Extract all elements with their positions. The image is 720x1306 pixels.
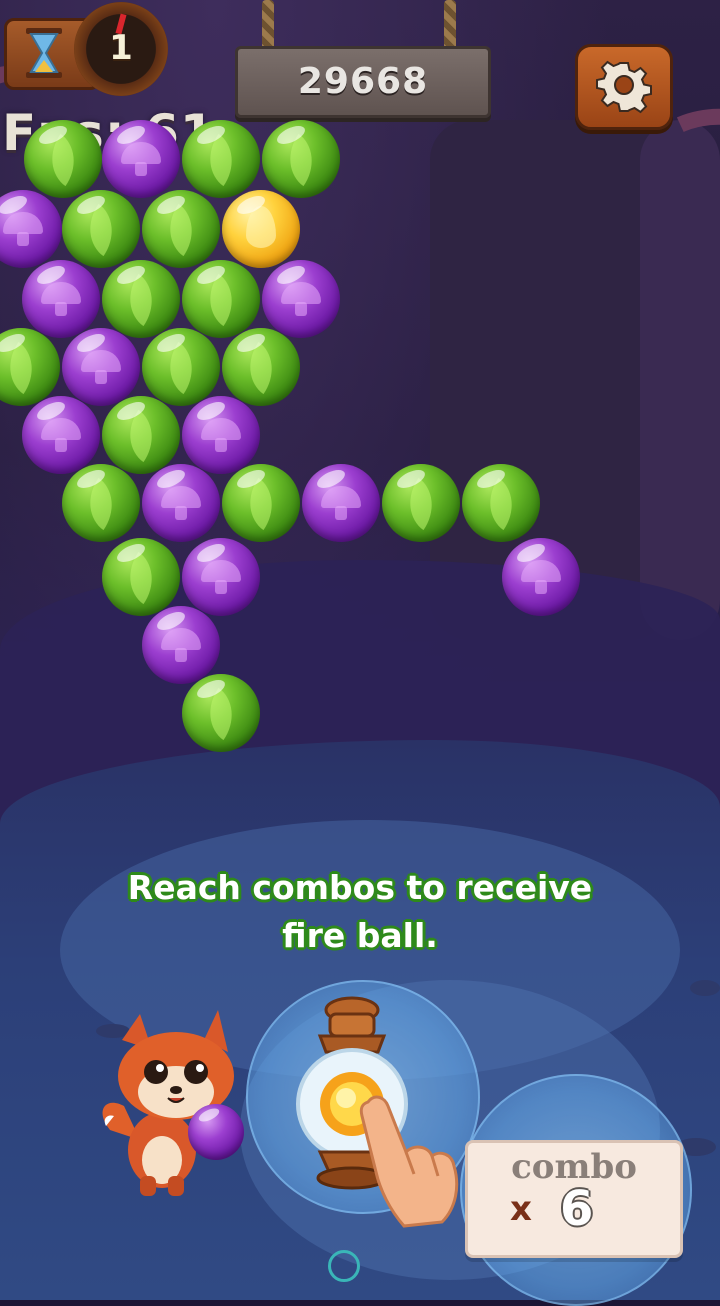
green-bubble bbox=[182, 120, 260, 198]
mushroom-icon bbox=[41, 418, 81, 452]
level-indicator: 1 bbox=[74, 2, 168, 96]
combo-multiplier-sign: x bbox=[510, 1189, 532, 1229]
green-bubble bbox=[222, 328, 300, 406]
purple-bubble bbox=[22, 396, 100, 474]
mushroom-icon bbox=[121, 142, 161, 176]
settings-button[interactable] bbox=[575, 44, 673, 130]
score-value: 29668 bbox=[297, 61, 429, 102]
green-bubble bbox=[222, 464, 300, 542]
stone bbox=[690, 980, 720, 996]
green-bubble bbox=[102, 538, 180, 616]
mushroom-icon bbox=[81, 350, 121, 384]
score-board: 29668 bbox=[235, 46, 491, 118]
purple-bubble bbox=[142, 606, 220, 684]
gear-icon bbox=[596, 60, 652, 114]
purple-bubble bbox=[182, 396, 260, 474]
mushroom-icon bbox=[3, 212, 43, 246]
mushroom-icon bbox=[161, 486, 201, 520]
mushroom-icon bbox=[161, 628, 201, 662]
purple-bubble bbox=[262, 260, 340, 338]
purple-bubble bbox=[102, 120, 180, 198]
purple-bubble bbox=[182, 538, 260, 616]
mushroom-icon bbox=[321, 486, 361, 520]
aim-indicator bbox=[328, 1250, 360, 1282]
green-bubble bbox=[62, 190, 140, 268]
green-bubble bbox=[182, 260, 260, 338]
fox-character bbox=[102, 1010, 234, 1196]
hourglass-icon bbox=[26, 28, 62, 78]
green-bubble bbox=[142, 190, 220, 268]
green-bubble bbox=[182, 674, 260, 752]
green-bubble bbox=[102, 396, 180, 474]
green-bubble bbox=[142, 328, 220, 406]
mushroom-icon bbox=[201, 418, 241, 452]
shooter-bubble bbox=[188, 1104, 244, 1160]
tutorial-line-2: fire ball. bbox=[282, 916, 438, 955]
green-bubble bbox=[382, 464, 460, 542]
green-bubble bbox=[262, 120, 340, 198]
combo-count: 6 bbox=[560, 1181, 594, 1237]
sign-rope-right bbox=[444, 0, 456, 52]
combo-card: combo x 6 bbox=[465, 1140, 683, 1258]
mushroom-icon bbox=[281, 282, 321, 316]
green-bubble bbox=[62, 464, 140, 542]
green-bubble bbox=[462, 464, 540, 542]
sign-rope-left bbox=[262, 0, 274, 52]
tutorial-line-1: Reach combos to receive bbox=[127, 868, 593, 907]
yellow-bubble bbox=[222, 190, 300, 268]
mushroom-icon bbox=[41, 282, 81, 316]
mushroom-icon bbox=[201, 560, 241, 594]
purple-bubble bbox=[22, 260, 100, 338]
green-bubble bbox=[102, 260, 180, 338]
purple-bubble bbox=[502, 538, 580, 616]
level-number: 1 bbox=[109, 28, 133, 68]
purple-bubble bbox=[302, 464, 380, 542]
purple-bubble bbox=[62, 328, 140, 406]
pointing-hand-icon bbox=[359, 1095, 459, 1228]
purple-bubble bbox=[142, 464, 220, 542]
mushroom-icon bbox=[521, 560, 561, 594]
green-bubble bbox=[24, 120, 102, 198]
